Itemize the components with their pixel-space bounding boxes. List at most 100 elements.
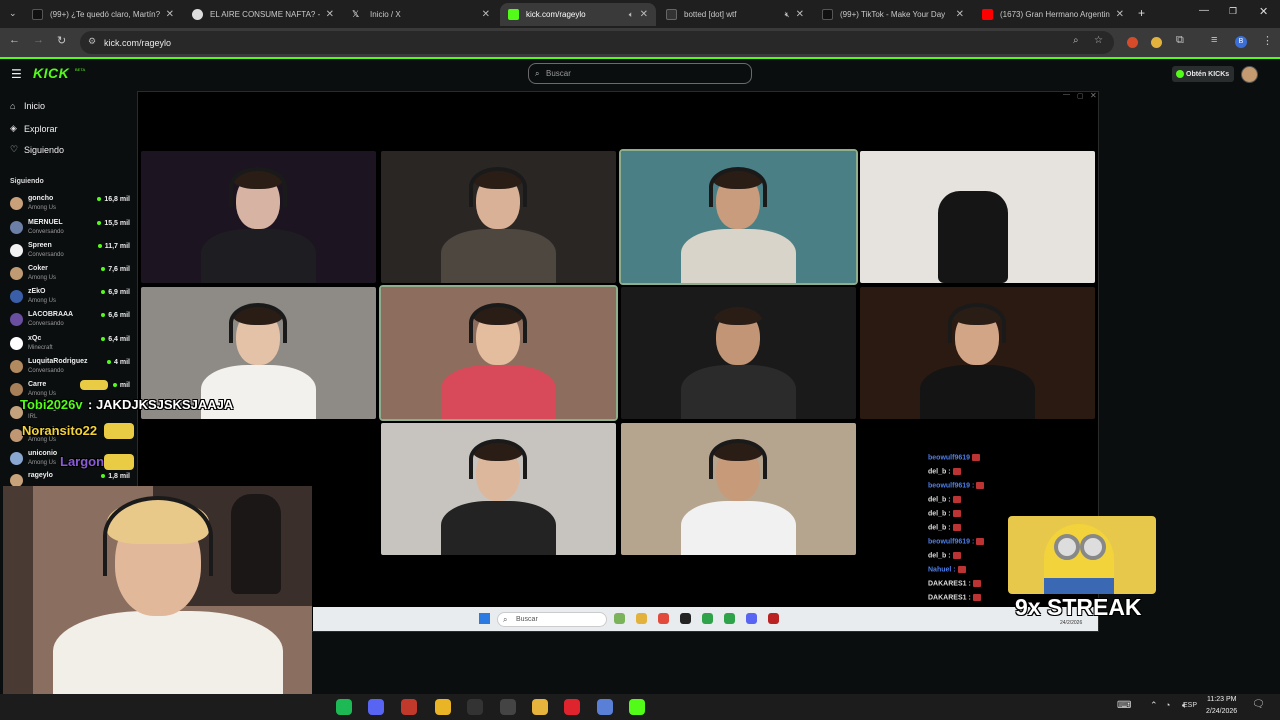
reload-icon[interactable]: ↻ (57, 34, 66, 47)
chat-username: Nahuel : (928, 566, 956, 574)
chat-message: Nahuel : (928, 566, 966, 573)
close-tab-icon[interactable]: ✕ (1116, 9, 1124, 20)
participant-camera (141, 151, 376, 283)
participant-camera (621, 287, 856, 419)
tab-title: (99+) TikTok - Make Your Day (840, 10, 946, 19)
channel-item[interactable]: Coker Among Us 7,6 mil (8, 264, 130, 287)
windows-start-icon (479, 613, 490, 624)
forward-icon[interactable]: → (33, 34, 44, 46)
extensions-puzzle-icon[interactable]: ⧉ (1176, 34, 1184, 47)
nav-siguiendo[interactable]: ♡ Siguiendo (10, 144, 64, 155)
close-tab-icon[interactable]: ✕ (796, 9, 804, 20)
nav-label: Explorar (24, 123, 58, 134)
tab-title: Inicio / X (370, 10, 401, 19)
channel-item[interactable]: goncho Among Us 16,8 mil (8, 194, 130, 217)
channel-item[interactable]: LuquitaRodriguez Conversando 4 mil (8, 357, 130, 380)
beta-badge: BETA (75, 67, 86, 72)
chat-message: beowulf9619 : (928, 482, 985, 490)
language-indicator[interactable]: ESP (1183, 702, 1197, 709)
channel-avatar (10, 221, 23, 234)
channel-item[interactable]: Spreen Conversando 11,7 mil (8, 241, 130, 264)
channel-item[interactable]: LACOBRAAA Conversando 6,6 mil (8, 310, 130, 333)
channel-viewer-count: 6,9 mil (101, 289, 130, 296)
tab-search-icon[interactable]: ⌄ (9, 8, 17, 19)
channel-item[interactable]: zEkO Among Us 6,9 mil (8, 287, 130, 310)
zoom-icon[interactable]: ⌕ (1073, 35, 1079, 46)
close-tab-icon[interactable]: ✕ (640, 9, 648, 20)
browser-tab[interactable]: 𝕏 Inicio / X ✕ (344, 3, 498, 26)
close-tab-icon[interactable]: ✕ (482, 9, 490, 20)
browser-tab[interactable]: (99+) ¿Te quedó claro, Martín? Ul ✕ (24, 3, 182, 26)
address-bar[interactable]: ⚙ kick.com/rageylo ⌕ ☆ (80, 31, 1114, 54)
channel-viewer-count: 7,6 mil (101, 266, 130, 273)
close-tab-icon[interactable]: ✕ (326, 9, 334, 20)
site-info-icon[interactable]: ⚙ (88, 36, 96, 47)
speaker-icon[interactable]: 🔈︎ (629, 10, 634, 20)
wifi-icon[interactable]: ◔ (1165, 700, 1170, 710)
menu-kebab-icon[interactable]: ⋮ (1262, 34, 1273, 47)
extension-icon[interactable] (1151, 37, 1162, 48)
nav-label: Siguiendo (24, 144, 65, 155)
tray-chevron-icon[interactable]: ⌃ (1150, 700, 1158, 711)
muted-speaker-icon[interactable]: 🔇︎ (785, 10, 790, 20)
participant-camera (860, 151, 1095, 283)
tab-title: EL AIRE CONSUME NAFTA? - Bú (210, 10, 320, 19)
discord-icon[interactable] (368, 699, 384, 715)
hamburger-menu-icon[interactable]: ☰ (11, 67, 22, 81)
get-kicks-button[interactable]: Obtén KICKs (1172, 66, 1235, 82)
minimize-icon[interactable]: — (1199, 5, 1209, 16)
chat-username: beowulf9619 : (928, 482, 975, 490)
bookmark-star-icon[interactable]: ☆ (1094, 35, 1103, 46)
participant-camera (381, 151, 616, 283)
browser-tab[interactable]: botted [dot] wtf 🔇︎ ✕ (658, 3, 812, 26)
browser-tab-active[interactable]: kick.com/rageylo 🔈︎ ✕ (500, 3, 656, 26)
channel-category: Among Us (28, 460, 57, 466)
video-app-icon[interactable] (401, 699, 417, 715)
chat-message: del_b : (928, 524, 961, 531)
channel-name: LuquitaRodriguez (28, 358, 88, 365)
chat-username: beowulf9619 : (928, 538, 975, 546)
clock-time[interactable]: 11:23 PM (1207, 696, 1236, 703)
new-tab-icon[interactable]: + (1138, 6, 1145, 20)
search-input[interactable]: ⌕ Buscar (528, 63, 752, 84)
close-window-icon[interactable]: ✕ (1259, 5, 1268, 18)
participant-body (681, 501, 796, 555)
browser-tab[interactable]: (99+) TikTok - Make Your Day ✕ (814, 3, 972, 26)
nav-inicio[interactable]: ⌂ Inicio (10, 101, 45, 111)
profile-avatar[interactable]: B (1235, 36, 1247, 48)
kick-app-icon[interactable] (629, 699, 645, 715)
file-explorer-icon[interactable] (532, 699, 548, 715)
notification-icon[interactable]: 🗨︎ (1252, 699, 1265, 710)
obs-icon[interactable] (467, 699, 483, 715)
opera-icon[interactable] (564, 699, 580, 715)
x-logo-icon: 𝕏 (352, 9, 360, 19)
channel-viewer-count: mil (113, 382, 130, 389)
extension-icon[interactable] (1127, 37, 1138, 48)
close-tab-icon[interactable]: ✕ (166, 9, 174, 20)
restore-icon[interactable]: ❐ (1229, 6, 1237, 17)
chrome-icon[interactable] (435, 699, 451, 715)
search-icon: ⌕ (503, 615, 508, 624)
user-avatar[interactable] (1241, 66, 1258, 83)
browser-tab-strip: ⌄ (99+) ¿Te quedó claro, Martín? Ul ✕ EL… (0, 0, 1280, 28)
kick-header: ☰ KICK BETA ⌕ Buscar Obtén KICKs (0, 59, 1280, 90)
channel-viewer-count: 16,8 mil (97, 196, 130, 203)
app-icon[interactable] (597, 699, 613, 715)
stream-taskbar-app-icon (746, 613, 757, 624)
kick-logo[interactable]: KICK (33, 65, 69, 81)
media-control-icon[interactable]: ≡ (1211, 34, 1217, 46)
spotify-icon[interactable] (336, 699, 352, 715)
browser-tab[interactable]: (1673) Gran Hermano Argentin ✕ (974, 3, 1132, 26)
empty-gaming-chair (938, 191, 1008, 283)
back-icon[interactable]: ← (9, 34, 20, 46)
app-icon[interactable] (500, 699, 516, 715)
browser-tab[interactable]: EL AIRE CONSUME NAFTA? - Bú ✕ (184, 3, 342, 26)
channel-item[interactable]: MERNUEL Conversando 15,5 mil (8, 218, 130, 241)
clock-date[interactable]: 2/24/2026 (1206, 708, 1237, 715)
search-placeholder: Buscar (546, 69, 571, 78)
nav-explorar[interactable]: ◈ Explorar (10, 123, 58, 134)
close-tab-icon[interactable]: ✕ (956, 9, 964, 20)
channel-item[interactable]: xQc Minecraft 6,4 mil (8, 334, 130, 357)
channel-name: Carre (28, 381, 47, 388)
keyboard-icon[interactable]: ⌨ (1117, 700, 1131, 711)
